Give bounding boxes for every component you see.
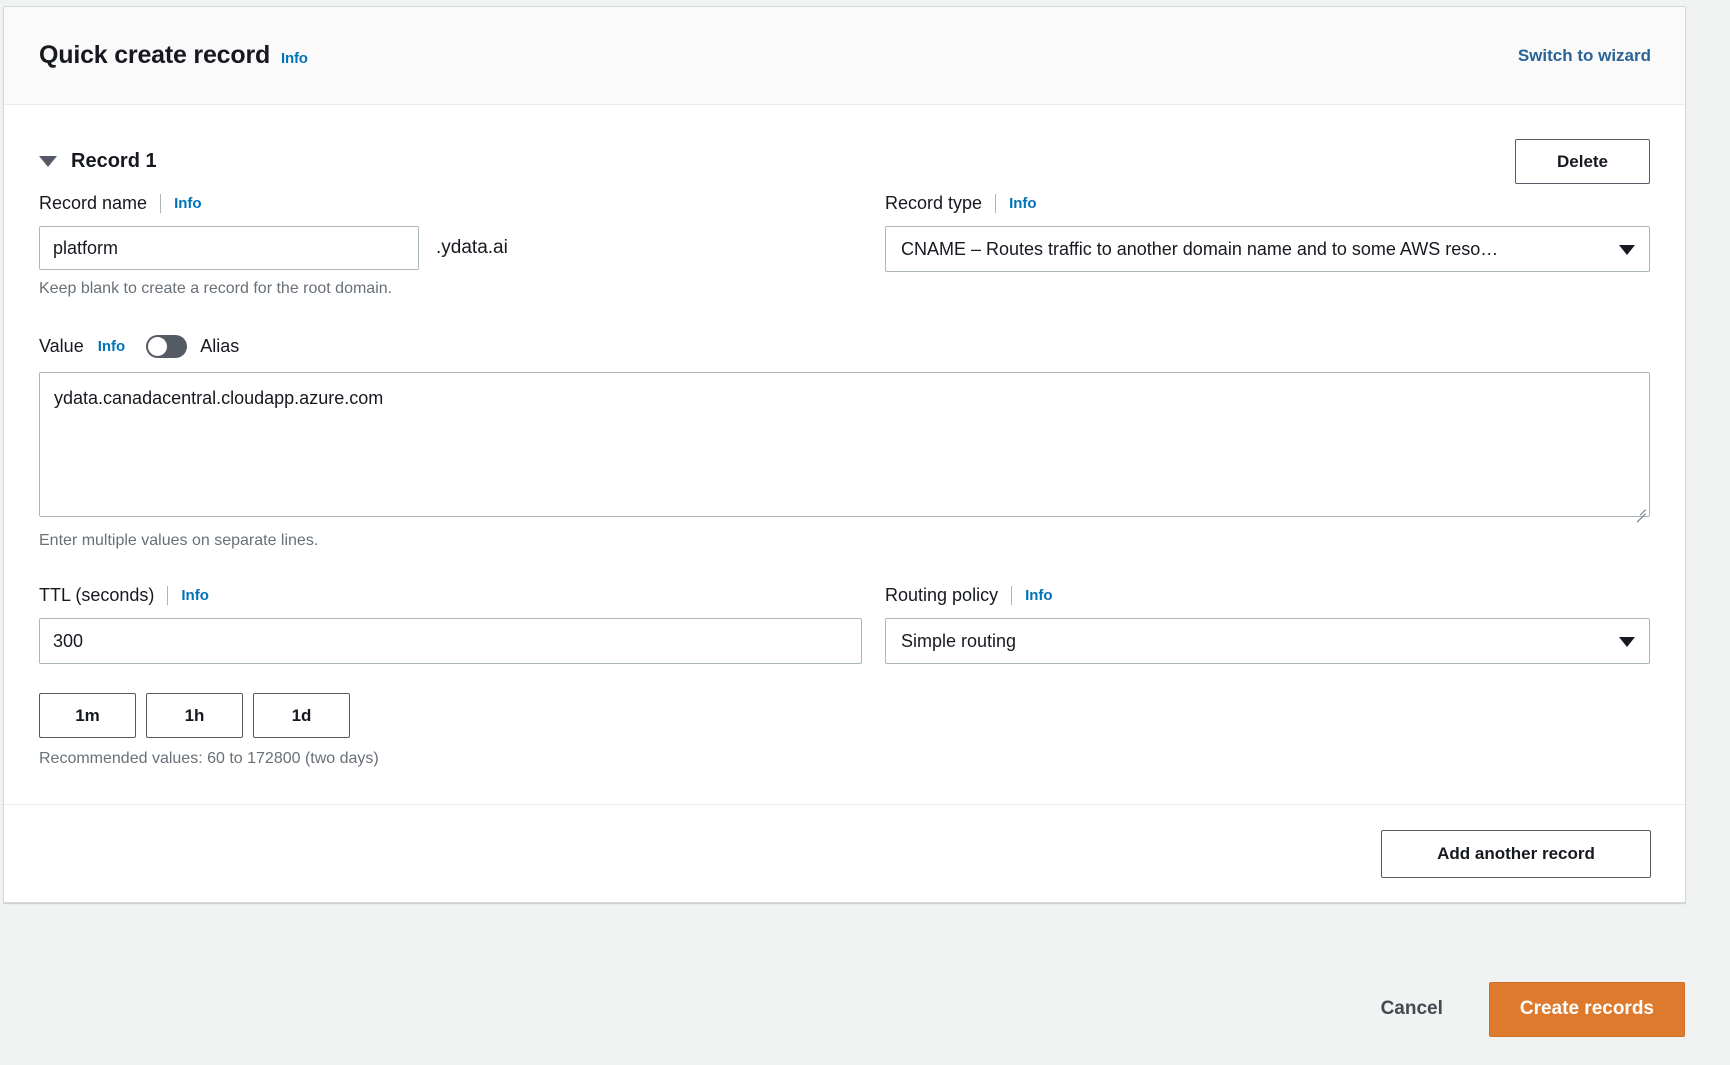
quick-create-record-page: Quick create record Info Switch to wizar… xyxy=(0,0,1730,1065)
routing-policy-label: Routing policy xyxy=(885,584,999,605)
delete-record-button[interactable]: Delete xyxy=(1515,138,1650,184)
switch-to-wizard-link[interactable]: Switch to wizard xyxy=(1518,46,1651,66)
record-name-hint: Keep blank to create a record for the ro… xyxy=(39,280,393,297)
record-name-input-row: .ydata.ai xyxy=(39,226,862,270)
ttl-input[interactable] xyxy=(39,618,862,664)
record-name-domain-suffix: .ydata.ai xyxy=(436,237,508,258)
value-label-row: Value Info Alias xyxy=(39,332,1650,360)
label-divider xyxy=(995,193,997,213)
add-another-record-button[interactable]: Add another record xyxy=(1381,829,1651,878)
routing-policy-info-link[interactable]: Info xyxy=(1025,587,1053,604)
ttl-quick-button-1d[interactable]: 1d xyxy=(253,693,350,738)
card-body: Record 1 Delete Record name Info .ydata.… xyxy=(4,105,1685,768)
record-type-field: Record type Info CNAME – Routes traffic … xyxy=(862,191,1650,298)
record-name-label: Record name xyxy=(39,192,148,213)
record-type-label-row: Record type Info xyxy=(885,191,1650,215)
record-type-selected-value: CNAME – Routes traffic to another domain… xyxy=(901,238,1499,259)
title-info-link[interactable]: Info xyxy=(281,50,308,67)
record-name-info-link[interactable]: Info xyxy=(174,195,202,212)
record-type-select-wrap: CNAME – Routes traffic to another domain… xyxy=(885,226,1650,272)
ttl-quick-button-1h[interactable]: 1h xyxy=(146,693,243,738)
alias-toggle-label: Alias xyxy=(200,335,240,356)
page-title: Quick create record xyxy=(39,41,271,69)
value-textarea-wrap: ydata.canadacentral.cloudapp.azure.com xyxy=(39,372,1650,523)
ttl-label-row: TTL (seconds) Info xyxy=(39,583,862,607)
record-type-info-link[interactable]: Info xyxy=(1009,195,1037,212)
value-textarea[interactable]: ydata.canadacentral.cloudapp.azure.com xyxy=(39,372,1650,517)
routing-policy-select[interactable]: Simple routing xyxy=(885,618,1650,664)
record-header-row: Record 1 Delete xyxy=(39,131,1650,191)
record-name-type-row: Record name Info .ydata.ai Keep blank to… xyxy=(39,191,1650,298)
ttl-label: TTL (seconds) xyxy=(39,584,155,605)
card-header: Quick create record Info Switch to wizar… xyxy=(4,7,1685,105)
create-records-button[interactable]: Create records xyxy=(1488,981,1685,1037)
record-name-field: Record name Info .ydata.ai Keep blank to… xyxy=(39,191,862,298)
routing-policy-select-wrap: Simple routing xyxy=(885,618,1650,664)
ttl-quick-button-1m[interactable]: 1m xyxy=(39,693,136,738)
record-type-label: Record type xyxy=(885,192,983,213)
routing-policy-field: Routing policy Info Simple routing xyxy=(862,583,1650,768)
chevron-down-icon[interactable] xyxy=(39,155,57,167)
routing-policy-label-row: Routing policy Info xyxy=(885,583,1650,607)
page-title-group: Quick create record Info xyxy=(39,41,308,70)
value-info-link[interactable]: Info xyxy=(98,338,126,355)
page-footer-actions: Cancel Create records xyxy=(0,953,1730,1065)
record-header-left: Record 1 xyxy=(39,150,157,173)
alias-toggle[interactable] xyxy=(146,334,188,358)
cancel-button[interactable]: Cancel xyxy=(1381,998,1443,1020)
label-divider xyxy=(1011,585,1013,605)
quick-create-record-card: Quick create record Info Switch to wizar… xyxy=(3,6,1686,903)
ttl-quick-buttons: 1m 1h 1d xyxy=(39,693,862,738)
value-hint: Enter multiple values on separate lines. xyxy=(39,532,319,549)
value-field: Value Info Alias ydata.canadacentral.clo… xyxy=(39,332,1650,550)
alias-toggle-knob xyxy=(148,336,168,356)
record-section-label: Record 1 xyxy=(71,149,157,172)
record-name-label-row: Record name Info xyxy=(39,191,862,215)
label-divider xyxy=(167,585,169,605)
ttl-info-link[interactable]: Info xyxy=(181,587,209,604)
record-name-input[interactable] xyxy=(39,226,419,270)
value-label: Value xyxy=(39,335,84,356)
ttl-field: TTL (seconds) Info 1m 1h 1d Recommended … xyxy=(39,583,862,768)
label-divider xyxy=(160,193,162,213)
ttl-hint: Recommended values: 60 to 172800 (two da… xyxy=(39,750,379,767)
ttl-routing-row: TTL (seconds) Info 1m 1h 1d Recommended … xyxy=(39,583,1650,768)
routing-policy-selected-value: Simple routing xyxy=(901,630,1017,651)
card-footer: Add another record xyxy=(4,804,1685,902)
record-type-select[interactable]: CNAME – Routes traffic to another domain… xyxy=(885,226,1650,272)
